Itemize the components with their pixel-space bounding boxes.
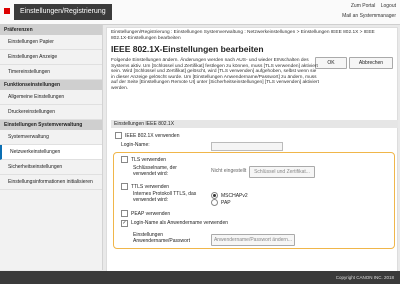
protocol-pap-row: PAP bbox=[211, 199, 231, 206]
login-as-user-checkbox[interactable]: ✓ bbox=[121, 220, 128, 227]
userpass-label: Einstellungen Anwendername/Passwort bbox=[133, 232, 190, 244]
tls-label: TLS verwenden bbox=[131, 156, 167, 163]
sidebar-item-display[interactable]: Einstellungen Anzeige bbox=[0, 50, 102, 65]
login-name-input[interactable] bbox=[211, 142, 283, 151]
cancel-button[interactable]: Abbrechen bbox=[349, 57, 393, 69]
tls-row: TLS verwenden bbox=[121, 156, 166, 163]
sidebar-item-general[interactable]: Allgemeine Einstellungen bbox=[0, 90, 102, 105]
use-8021x-checkbox[interactable] bbox=[115, 132, 122, 139]
app-title: Einstellungen/Registrierung bbox=[14, 4, 112, 20]
sidebar-item-network[interactable]: Netzwerkeinstellungen bbox=[0, 145, 102, 160]
key-cert-button[interactable]: Schlüssel und Zertifikat... bbox=[249, 166, 315, 178]
use-8021x-label: IEEE 802.1X verwenden bbox=[125, 132, 180, 139]
breadcrumb: Einstellungen/Registrierung : Einstellun… bbox=[111, 30, 375, 41]
peap-label: PEAP verwenden bbox=[131, 210, 171, 217]
login-name-row: Login-Name: bbox=[121, 142, 150, 148]
mschapv2-radio[interactable] bbox=[211, 192, 218, 199]
login-name-label: Login-Name: bbox=[121, 142, 150, 148]
mschapv2-label: MSCHAPv2 bbox=[221, 192, 248, 199]
peap-checkbox[interactable] bbox=[121, 210, 128, 217]
use-8021x-row: IEEE 802.1X verwenden bbox=[115, 132, 179, 139]
pap-label: PAP bbox=[221, 199, 231, 206]
sidebar-item-security[interactable]: Sicherheitseinstellungen bbox=[0, 160, 102, 175]
copyright: Copyright CANON INC. 2018 bbox=[335, 275, 394, 280]
brand-logo-icon bbox=[4, 8, 10, 14]
sidebar-section-system: Einstellungen Systemverwaltung bbox=[0, 120, 102, 130]
userpass-button[interactable]: Anwendername/Passwort ändern... bbox=[211, 234, 295, 246]
sidebar-item-system-management[interactable]: Systemverwaltung bbox=[0, 130, 102, 145]
login-as-user-label: Login-Name als Anwendername verwenden bbox=[131, 220, 229, 226]
key-value: Nicht eingestellt bbox=[211, 168, 247, 174]
top-links: Zum Portal Logout Mail an Systemmanager bbox=[342, 3, 396, 19]
internal-protocol-row: Internes Protokoll TTLS, das verwendet w… bbox=[133, 191, 201, 203]
main-panel: Einstellungen/Registrierung : Einstellun… bbox=[106, 27, 398, 273]
protocol-mschapv2-row: MSCHAPv2 bbox=[211, 192, 248, 199]
sidebar-item-printer[interactable]: Druckereinstellungen bbox=[0, 105, 102, 120]
sidebar-item-paper[interactable]: Einstellungen Papier bbox=[0, 35, 102, 50]
section-header: Einstellungen IEEE 802.1X bbox=[111, 120, 398, 128]
sidebar-item-initialize[interactable]: Einstellungsinformationen initialisieren bbox=[0, 175, 102, 190]
ttls-label: TTLS verwenden bbox=[131, 183, 170, 190]
sidebar-section-functions: Funktionseinstellungen bbox=[0, 80, 102, 90]
sidebar-item-timer[interactable]: Timereinstellungen bbox=[0, 65, 102, 80]
portal-link[interactable]: Zum Portal bbox=[351, 3, 375, 9]
key-row: Schlüsselname, der verwendet wird: bbox=[133, 165, 201, 177]
footer: Copyright CANON INC. 2018 bbox=[0, 271, 400, 284]
page-title: IEEE 802.1X-Einstellungen bearbeiten bbox=[111, 44, 264, 54]
internal-protocol-label: Internes Protokoll TTLS, das verwendet w… bbox=[133, 191, 197, 203]
login-as-user-row: ✓ Login-Name als Anwendername verwenden bbox=[121, 220, 241, 227]
sidebar-section-preferences: Präferenzen bbox=[0, 25, 102, 35]
logout-link[interactable]: Logout bbox=[381, 3, 396, 9]
description: Folgende Einstellungen ändern. Änderunge… bbox=[111, 58, 319, 91]
userpass-row: Einstellungen Anwendername/Passwort bbox=[133, 232, 203, 244]
peap-row: PEAP verwenden bbox=[121, 210, 170, 217]
ttls-checkbox[interactable] bbox=[121, 183, 128, 190]
tls-checkbox[interactable] bbox=[121, 156, 128, 163]
ttls-row: TTLS verwenden bbox=[121, 183, 169, 190]
top-bar: Einstellungen/Registrierung Zum Portal L… bbox=[0, 0, 400, 25]
pap-radio[interactable] bbox=[211, 199, 218, 206]
mail-admin-link[interactable]: Mail an Systemmanager bbox=[342, 13, 396, 19]
sidebar: Präferenzen Einstellungen Papier Einstel… bbox=[0, 25, 103, 270]
key-label: Schlüsselname, der verwendet wird: bbox=[133, 165, 177, 177]
